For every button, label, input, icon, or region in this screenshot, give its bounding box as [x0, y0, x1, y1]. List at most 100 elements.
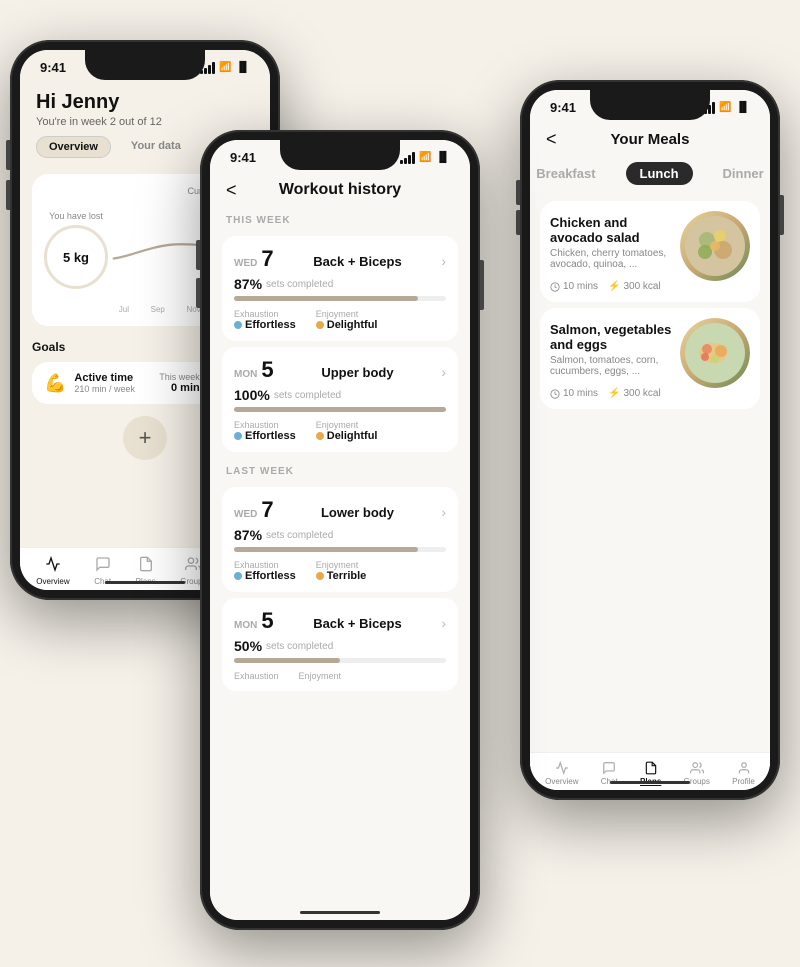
- day-num-lw-wed7: 7: [261, 497, 273, 523]
- wifi-icon-mid: 📶: [419, 152, 431, 163]
- enjoyment-lw-mon5: Enjoyment: [299, 671, 342, 681]
- overview-icon-meals: [555, 761, 569, 775]
- nav-plans-icon: [138, 556, 154, 575]
- workout-name-wed7: Back + Biceps: [313, 254, 402, 269]
- clock-icon-2: [550, 389, 560, 399]
- workout-metrics-wed7: Exhaustion Effortless Enjoyment Delightf…: [234, 309, 446, 331]
- goal-this-week-label: This week: [159, 372, 200, 382]
- back-button-mid[interactable]: <: [226, 180, 237, 201]
- meals-screen: 9:41 📶 ▐▌ < Your Meals: [530, 90, 770, 790]
- status-icons-mid: 📶 ▐▌: [400, 152, 450, 164]
- workout-name-mon5: Upper body: [321, 365, 393, 380]
- enjoyment-dot-lw-wed7: [316, 572, 324, 580]
- profile-icon-meals: [737, 761, 751, 775]
- workout-screen: 9:41 📶 ▐▌ < Workout history: [210, 140, 470, 920]
- day-abbr-lw-wed7: WED: [234, 509, 257, 520]
- goal-sub: 210 min / week: [74, 384, 135, 394]
- bolt-icon-1: ⚡: [608, 281, 620, 292]
- nav-overview-meals[interactable]: Overview: [545, 761, 578, 786]
- enjoyment-dot-mon5: [316, 432, 324, 440]
- day-abbr-wed7: WED: [234, 258, 257, 269]
- goal-this-week-value: 0 min: [159, 382, 200, 394]
- meal-tabs: Breakfast Lunch Dinner: [530, 156, 770, 195]
- workout-entry-wed7[interactable]: WED 7 Back + Biceps › 87% sets completed…: [222, 236, 458, 341]
- power-button-mid[interactable]: [480, 260, 484, 310]
- workout-name-lw-wed7: Lower body: [321, 505, 394, 520]
- exhaustion-dot-lw-wed7: [234, 572, 242, 580]
- workout-header: < Workout history: [210, 169, 470, 207]
- battery-icon-right: ▐▌: [736, 102, 750, 113]
- meal-kcal-2: ⚡ 300 kcal: [608, 388, 661, 399]
- progress-fill-mon5: [234, 407, 446, 412]
- vol-down-button[interactable]: [6, 180, 10, 210]
- meal-card-2[interactable]: Salmon, vegetables and eggs Salmon, toma…: [540, 308, 760, 409]
- day-num-mon5: 5: [261, 357, 273, 383]
- vol-up-button-right[interactable]: [516, 180, 520, 205]
- exhaustion-lw-mon5: Exhaustion: [234, 671, 279, 681]
- exhaustion-lw-wed7: Exhaustion Effortless: [234, 560, 296, 582]
- meal-time-2: 10 mins: [550, 388, 598, 399]
- meal-card-1[interactable]: Chicken and avocado salad Chicken, cherr…: [540, 201, 760, 302]
- fab-add-button[interactable]: +: [123, 416, 167, 460]
- home-indicator-right: [610, 781, 690, 784]
- vol-up-button[interactable]: [6, 140, 10, 170]
- workout-entry-lw-wed7[interactable]: WED 7 Lower body › 87% sets completed Ex…: [222, 487, 458, 592]
- workout-metrics-lw-wed7: Exhaustion Effortless Enjoyment Terrible: [234, 560, 446, 582]
- progress-fill-lw-wed7: [234, 547, 418, 552]
- sets-pct-mon5: 100%: [234, 387, 270, 403]
- status-time-right: 9:41: [550, 100, 576, 115]
- nav-profile-label-meals: Profile: [732, 777, 755, 786]
- vol-down-button-mid[interactable]: [196, 278, 200, 308]
- progress-bg-mon5: [234, 407, 446, 412]
- notch-mid: [280, 140, 400, 170]
- vol-down-button-right[interactable]: [516, 210, 520, 235]
- phone-right: 9:41 📶 ▐▌ < Your Meals: [520, 80, 780, 800]
- notch-right: [590, 90, 710, 120]
- meal-kcal-1: ⚡ 300 kcal: [608, 281, 661, 292]
- enjoyment-lw-wed7: Enjoyment Terrible: [316, 560, 367, 582]
- sets-pct-lw-mon5: 50%: [234, 638, 262, 654]
- tab-breakfast[interactable]: Breakfast: [530, 162, 610, 185]
- sets-label-lw-mon5: sets completed: [266, 641, 333, 652]
- meals-title: Your Meals: [611, 131, 690, 148]
- nav-profile-meals[interactable]: Profile: [732, 761, 755, 786]
- subtitle-text: You're in week 2 out of 12: [36, 116, 254, 128]
- tab-your-data[interactable]: Your data: [119, 136, 193, 158]
- power-button-right[interactable]: [780, 195, 784, 235]
- workout-entry-lw-mon5[interactable]: MON 5 Back + Biceps › 50% sets completed…: [222, 598, 458, 691]
- enjoyment-dot-wed7: [316, 321, 324, 329]
- status-time-mid: 9:41: [230, 150, 256, 165]
- status-time: 9:41: [40, 60, 66, 75]
- last-week-label: LAST WEEK: [210, 458, 470, 481]
- tab-lunch[interactable]: Lunch: [626, 162, 693, 185]
- day-abbr-lw-mon5: MON: [234, 620, 257, 631]
- meals-header: < Your Meals: [530, 119, 770, 156]
- this-week-label: THIS WEEK: [210, 207, 470, 230]
- clock-icon-1: [550, 282, 560, 292]
- status-icons: 📶 ▐▌: [200, 62, 250, 74]
- greeting-text: Hi Jenny: [36, 91, 254, 114]
- workout-entry-mon5[interactable]: MON 5 Upper body › 100% sets completed E…: [222, 347, 458, 452]
- bottom-nav-meals: Overview Chat Plans Groups Profile: [530, 752, 770, 790]
- exhaustion-dot-mon5: [234, 432, 242, 440]
- back-button-right[interactable]: <: [546, 129, 557, 150]
- tab-dinner[interactable]: Dinner: [709, 162, 770, 185]
- arrow-icon-mon5: ›: [441, 364, 446, 380]
- vol-up-button-mid[interactable]: [196, 240, 200, 270]
- progress-bg-wed7: [234, 296, 446, 301]
- workout-name-lw-mon5: Back + Biceps: [313, 616, 402, 631]
- notch: [85, 50, 205, 80]
- nav-groups-icon: [185, 556, 201, 575]
- nav-overview[interactable]: Overview: [36, 556, 69, 586]
- goal-emoji: 💪: [44, 373, 66, 394]
- tab-overview[interactable]: Overview: [36, 136, 111, 158]
- meal-time-1: 10 mins: [550, 281, 598, 292]
- groups-icon-meals: [690, 761, 704, 775]
- day-num-wed7: 7: [261, 246, 273, 272]
- enjoyment-mon5: Enjoyment Delightful: [316, 420, 378, 442]
- workout-screen-content: 9:41 📶 ▐▌ < Workout history: [210, 140, 470, 920]
- home-indicator: [105, 581, 185, 584]
- arrow-icon-lw-mon5: ›: [441, 615, 446, 631]
- exhaustion-mon5: Exhaustion Effortless: [234, 420, 296, 442]
- enjoyment-wed7: Enjoyment Delightful: [316, 309, 378, 331]
